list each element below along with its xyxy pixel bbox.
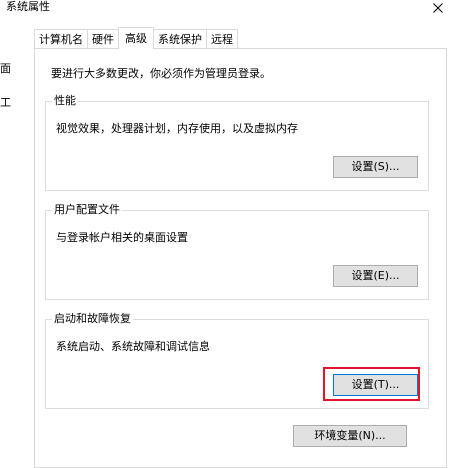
window-title: 系统属性	[6, 0, 50, 13]
performance-group: 性能 视觉效果，处理器计划，内存使用，以及虚拟内存 设置(S)...	[45, 94, 429, 191]
environment-variables-button[interactable]: 环境变量(N)...	[293, 425, 407, 447]
close-button[interactable]	[424, 0, 452, 16]
background-text-fragment: 工	[0, 96, 11, 109]
background-window-strip: 面 工	[0, 22, 34, 458]
startup-recovery-settings-button[interactable]: 设置(T)...	[333, 374, 418, 396]
tab-strip: 计算机名 硬件 高级 系统保护 远程	[34, 27, 238, 49]
startup-recovery-group: 启动和故障恢复 系统启动、系统故障和调试信息 设置(T)...	[45, 312, 429, 409]
tab-remote[interactable]: 远程	[206, 29, 238, 49]
performance-group-title: 性能	[52, 94, 78, 108]
system-properties-window: 面 工 系统属性 计算机名 硬件 高级 系统保护 远程 要进行大多数更改，你必须…	[0, 0, 459, 468]
admin-notice-text: 要进行大多数更改，你必须作为管理员登录。	[51, 67, 271, 80]
user-profiles-description: 与登录帐户相关的桌面设置	[56, 231, 188, 244]
background-text-fragment: 面	[0, 62, 11, 75]
user-profiles-group: 用户配置文件 与登录帐户相关的桌面设置 设置(E)...	[45, 203, 429, 300]
tab-system-protection[interactable]: 系统保护	[153, 29, 207, 49]
performance-description: 视觉效果，处理器计划，内存使用，以及虚拟内存	[56, 122, 298, 135]
advanced-tab-panel: 要进行大多数更改，你必须作为管理员登录。 性能 视觉效果，处理器计划，内存使用，…	[34, 48, 447, 468]
performance-settings-button[interactable]: 设置(S)...	[333, 156, 418, 178]
tab-hardware[interactable]: 硬件	[87, 29, 119, 49]
user-profiles-settings-button[interactable]: 设置(E)...	[333, 265, 418, 287]
startup-recovery-group-title: 启动和故障恢复	[52, 312, 133, 326]
startup-recovery-description: 系统启动、系统故障和调试信息	[56, 340, 210, 353]
tab-computer-name[interactable]: 计算机名	[34, 29, 88, 49]
title-bar: 系统属性	[0, 0, 459, 22]
close-icon	[433, 3, 443, 13]
tab-advanced[interactable]: 高级	[118, 27, 154, 49]
user-profiles-group-title: 用户配置文件	[52, 203, 122, 217]
